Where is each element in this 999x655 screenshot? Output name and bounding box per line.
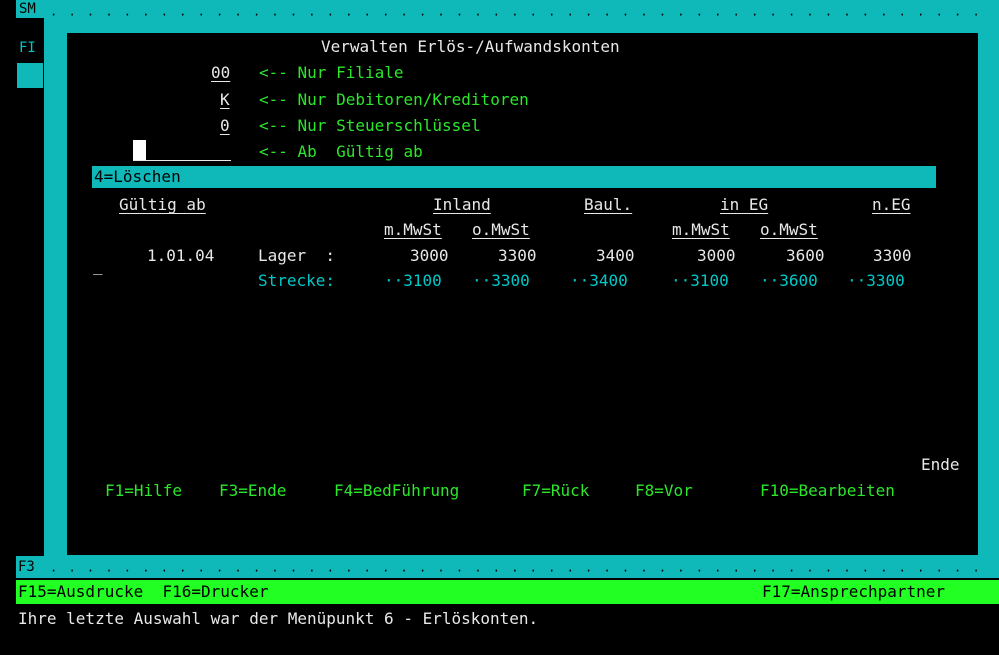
filiale-field[interactable]: 00	[211, 63, 230, 83]
f1-help-key[interactable]: F1=Hilfe	[105, 481, 182, 501]
strecke-baul[interactable]: ··3400	[570, 271, 628, 291]
header-o-mwst-eg: o.MwSt	[760, 220, 818, 239]
lager-eg-o-mwst: 3600	[786, 246, 825, 265]
header-inland: Inland	[433, 195, 491, 214]
lager-n-eg: 3300	[873, 246, 912, 265]
selection-cursor[interactable]	[17, 63, 43, 88]
debitor-kreditor-field[interactable]: K	[220, 90, 230, 110]
header-baul: Baul.	[584, 195, 633, 214]
row-select-field[interactable]: _	[93, 256, 103, 276]
header-in-eg: in EG	[720, 195, 769, 214]
window-title: Verwalten Erlös-/Aufwandskonten	[321, 37, 620, 56]
strecke-eg-m-mwst[interactable]: ··3100	[671, 271, 729, 291]
function-key-bar-left[interactable]: F15=Ausdrucke F16=Drucker	[18, 582, 268, 602]
lager-label: Lager :	[258, 246, 336, 265]
lager-inland-o-mwst: 3300	[498, 246, 537, 265]
fi-label: FI	[19, 40, 36, 56]
top-dotted-border: · · · · · · · · · · · · · · · · · · · · …	[50, 10, 982, 20]
header-m-mwst-inland: m.MwSt	[384, 220, 442, 239]
strecke-n-eg[interactable]: ··3300	[847, 271, 905, 291]
lager-baul: 3400	[596, 246, 635, 265]
steuerschluessel-label: <-- Nur Steuerschlüssel	[259, 116, 481, 135]
gueltig-ab-label: <-- Ab Gültig ab	[259, 142, 423, 161]
status-message: Ihre letzte Auswahl war der Menüpunkt 6 …	[18, 609, 539, 628]
filiale-label: <-- Nur Filiale	[259, 63, 404, 82]
strecke-label: Strecke:	[258, 271, 336, 290]
options-bar	[92, 166, 936, 188]
strecke-inland-o-mwst[interactable]: ··3300	[472, 271, 530, 291]
strecke-eg-o-mwst[interactable]: ··3600	[760, 271, 818, 291]
header-n-eg: n.EG	[872, 195, 911, 214]
list-end-marker: Ende	[921, 455, 960, 474]
f7-back-key[interactable]: F7=Rück	[522, 481, 589, 501]
sm-label: SM	[19, 1, 36, 17]
f10-edit-key[interactable]: F10=Bearbeiten	[760, 481, 895, 501]
f3-exit-key[interactable]: F3=Ende	[219, 481, 286, 501]
popup-panel	[67, 33, 978, 555]
strecke-inland-m-mwst[interactable]: ··3100	[384, 271, 442, 291]
f4-guide-key[interactable]: F4=BedFührung	[334, 481, 459, 501]
gueltig-ab-input[interactable]	[133, 140, 231, 161]
lager-inland-m-mwst: 3000	[410, 246, 449, 265]
lager-eg-m-mwst: 3000	[697, 246, 736, 265]
header-o-mwst-inland: o.MwSt	[472, 220, 530, 239]
header-gueltig-ab: Gültig ab	[119, 195, 206, 214]
bottom-dotted-border: · · · · · · · · · · · · · · · · · · · · …	[50, 566, 982, 576]
f3-side-label: F3	[18, 559, 35, 575]
f8-forward-key[interactable]: F8=Vor	[635, 481, 693, 501]
debitor-kreditor-label: <-- Nur Debitoren/Kreditoren	[259, 90, 529, 109]
row-date: 1.01.04	[147, 246, 215, 265]
function-key-bar-right[interactable]: F17=Ansprechpartner	[762, 582, 945, 602]
header-m-mwst-eg: m.MwSt	[672, 220, 730, 239]
text-cursor	[133, 140, 146, 160]
steuerschluessel-field[interactable]: 0	[220, 116, 230, 136]
options-bar-text: 4=Löschen	[94, 167, 181, 186]
